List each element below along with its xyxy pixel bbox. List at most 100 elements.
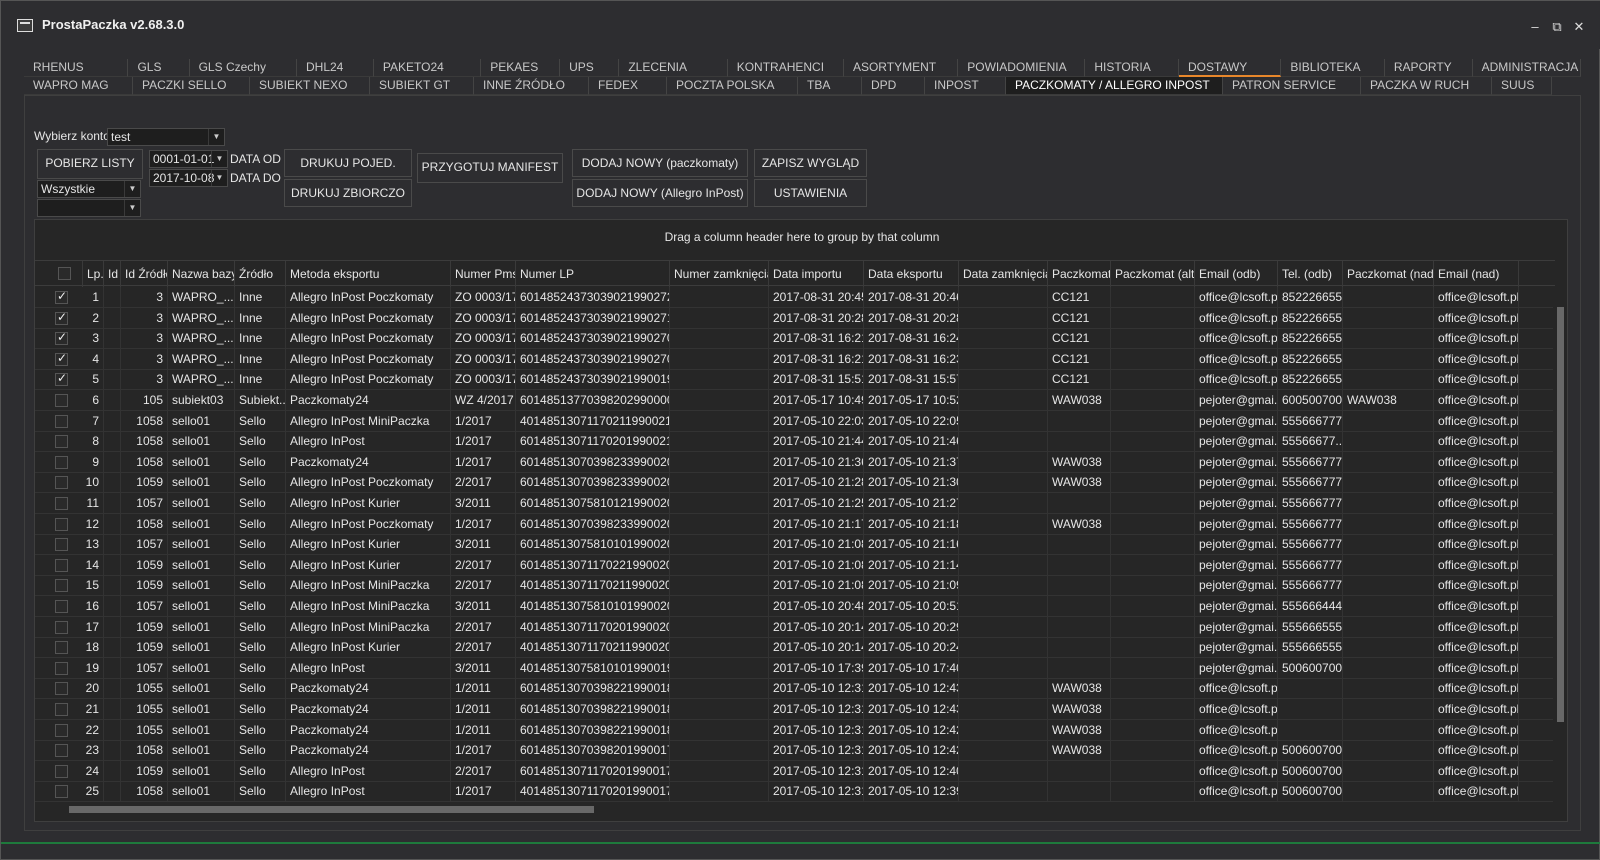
tab-dostawy[interactable]: DOSTAWY bbox=[1178, 59, 1282, 77]
column-header[interactable]: Data eksportu bbox=[864, 261, 959, 287]
column-header[interactable]: Data zamknięcia bbox=[959, 261, 1048, 287]
tab-inpost[interactable]: INPOST bbox=[925, 77, 1006, 95]
table-row[interactable]: 13 1057 sello01 Sello Allegro InPost Kurier 3… bbox=[35, 534, 1555, 556]
tab-paczkomaty-allegro-inpost[interactable]: PACZKOMATY / ALLEGRO INPOST bbox=[1006, 77, 1223, 95]
date-from-picker[interactable]: 0001-01-01 ▼ bbox=[149, 150, 228, 168]
select-all-header[interactable] bbox=[50, 261, 83, 287]
tab-subiekt-gt[interactable]: SUBIEKT GT bbox=[370, 77, 474, 95]
table-row[interactable]: 17 1059 sello01 Sello Allegro InPost MiniPac… bbox=[35, 616, 1555, 638]
tab-fedex[interactable]: FEDEX bbox=[589, 77, 667, 95]
table-row[interactable]: 33WAPRO_...InneAllegro InPost Poczkomaty… bbox=[35, 328, 1555, 350]
row-checkbox[interactable] bbox=[55, 435, 68, 449]
column-header[interactable]: Data importu bbox=[769, 261, 864, 287]
table-row[interactable]: 20 1055 sello01 Sello Paczkomaty24 1/2011 6014… bbox=[35, 678, 1555, 700]
table-row[interactable]: 24 1059 sello01 Sello Allegro InPost 2/2017 60… bbox=[35, 760, 1555, 782]
table-row[interactable]: 8 1058 sello01 Sello Allegro InPost 1/2017 601… bbox=[35, 431, 1555, 453]
table-row[interactable]: 23 1058 sello01 Sello Paczkomaty24 1/2017 6014… bbox=[35, 740, 1555, 762]
tab-paketo24[interactable]: PAKETO24 bbox=[373, 59, 482, 77]
row-checkbox[interactable] bbox=[55, 785, 68, 799]
tab-inne-źródło[interactable]: INNE ŹRÓDŁO bbox=[474, 77, 589, 95]
group-by-panel[interactable]: Drag a column header here to group by th… bbox=[35, 220, 1567, 254]
row-checkbox[interactable] bbox=[55, 538, 68, 552]
prepare-manifest-button[interactable]: PRZYGOTUJ MANIFEST bbox=[417, 153, 563, 183]
table-row[interactable]: 15 1059 sello01 Sello Allegro InPost MiniPac… bbox=[35, 575, 1555, 597]
tab-subiekt-nexo[interactable]: SUBIEKT NEXO bbox=[250, 77, 370, 95]
row-checkbox[interactable] bbox=[55, 394, 68, 407]
column-header[interactable]: Nazwa bazy bbox=[168, 261, 235, 287]
restore-icon[interactable]: ⧉ bbox=[1549, 19, 1565, 35]
table-row[interactable]: 7 1058 sello01 Sello Allegro InPost MiniPacz… bbox=[35, 410, 1555, 432]
column-header[interactable]: Paczkomat (alt) bbox=[1111, 261, 1195, 287]
row-checkbox[interactable] bbox=[55, 497, 68, 510]
tab-zlecenia[interactable]: ZLECENIA bbox=[619, 59, 728, 77]
shipments-grid[interactable]: Drag a column header here to group by th… bbox=[34, 219, 1568, 822]
column-header[interactable]: Paczkomat bbox=[1048, 261, 1111, 287]
row-checkbox[interactable] bbox=[55, 517, 68, 531]
tab-paczka-w-ruch[interactable]: PACZKA W RUCH bbox=[1361, 77, 1492, 95]
table-row[interactable]: 14 1059 sello01 Sello Allegro InPost Kurier 2… bbox=[35, 554, 1555, 576]
column-header[interactable]: Metoda eksportu bbox=[286, 261, 451, 287]
tab-ups[interactable]: UPS bbox=[560, 59, 620, 77]
row-checkbox[interactable] bbox=[55, 455, 68, 469]
table-row[interactable]: 10 1059 sello01 Sello Allegro InPost Poczkom… bbox=[35, 472, 1555, 494]
row-checkbox[interactable] bbox=[55, 641, 68, 655]
horizontal-scroll-thumb[interactable] bbox=[69, 806, 594, 813]
tab-rhenus[interactable]: RHENUS bbox=[24, 59, 129, 77]
tab-gls-czechy[interactable]: GLS Czechy bbox=[189, 59, 297, 77]
filter-select[interactable]: Wszystkie ▼ bbox=[37, 180, 141, 198]
row-checkbox[interactable] bbox=[55, 310, 68, 325]
fetch-lists-button[interactable]: POBIERZ LISTY bbox=[37, 149, 143, 179]
tab-powiadomienia[interactable]: POWIADOMIENIA bbox=[958, 59, 1086, 77]
row-checkbox[interactable] bbox=[55, 414, 68, 428]
row-checkbox[interactable] bbox=[55, 620, 68, 634]
row-checkbox[interactable] bbox=[55, 600, 68, 613]
tab-kontrahenci[interactable]: KONTRAHENCI bbox=[727, 59, 844, 77]
table-row[interactable]: 18 1059 sello01 Sello Allegro InPost Kurier 2… bbox=[35, 637, 1555, 659]
tab-poczta-polska[interactable]: POCZTA POLSKA bbox=[667, 77, 798, 95]
row-checkbox[interactable] bbox=[55, 723, 68, 737]
filter2-select[interactable]: ▼ bbox=[37, 199, 141, 217]
close-icon[interactable]: ✕ bbox=[1571, 19, 1587, 35]
tab-patron-service[interactable]: PATRON SERVICE bbox=[1223, 77, 1361, 95]
column-header[interactable]: Numer zamknięcia bbox=[670, 261, 769, 287]
column-header[interactable]: Email (nad) bbox=[1434, 261, 1519, 287]
tab-suus[interactable]: SUUS bbox=[1492, 77, 1552, 95]
column-header[interactable]: Lp. bbox=[83, 261, 104, 287]
row-checkbox[interactable] bbox=[55, 330, 68, 346]
tab-gls[interactable]: GLS bbox=[128, 59, 190, 77]
add-allegro-button[interactable]: DODAJ NOWY (Allegro InPost) bbox=[572, 179, 748, 207]
vertical-scrollbar[interactable] bbox=[1553, 287, 1567, 802]
table-row[interactable]: 43WAPRO_...InneAllegro InPost Poczkomaty… bbox=[35, 348, 1555, 370]
column-header[interactable]: Paczkomat (nad) bbox=[1343, 261, 1434, 287]
table-row[interactable]: 25 1058 sello01 Sello Allegro InPost 1/2017 40… bbox=[35, 781, 1555, 802]
table-row[interactable]: 19 1057 sello01 Sello Allegro InPost 3/2011 40… bbox=[35, 657, 1555, 679]
add-paczkomaty-button[interactable]: DODAJ NOWY (paczkomaty) bbox=[572, 149, 748, 177]
tab-asortyment[interactable]: ASORTYMENT bbox=[843, 59, 959, 77]
tab-wapro-mag[interactable]: WAPRO MAG bbox=[24, 77, 133, 95]
row-checkbox[interactable] bbox=[55, 703, 68, 716]
tab-pekaes[interactable]: PEKAES bbox=[481, 59, 561, 77]
row-checkbox[interactable] bbox=[55, 661, 68, 675]
table-row[interactable]: 23WAPRO_...InneAllegro InPost Poczkomaty… bbox=[35, 307, 1555, 329]
row-checkbox[interactable] bbox=[55, 371, 68, 387]
table-row[interactable]: 13WAPRO_...InneAllegro InPost Poczkomaty… bbox=[35, 287, 1555, 308]
column-header[interactable]: Źródło bbox=[235, 261, 286, 287]
column-header[interactable]: Tel. (odb) bbox=[1278, 261, 1343, 287]
row-checkbox[interactable] bbox=[55, 579, 68, 593]
tab-historia[interactable]: HISTORIA bbox=[1085, 59, 1179, 77]
row-checkbox[interactable] bbox=[55, 476, 68, 490]
tab-raporty[interactable]: RAPORTY bbox=[1384, 59, 1473, 77]
select-all-checkbox[interactable] bbox=[58, 267, 71, 280]
minimize-icon[interactable]: – bbox=[1527, 19, 1543, 35]
save-view-button[interactable]: ZAPISZ WYGLĄD bbox=[754, 149, 867, 177]
row-checkbox[interactable] bbox=[55, 558, 68, 572]
column-header[interactable]: Id Źródło bbox=[121, 261, 168, 287]
print-single-button[interactable]: DRUKUJ POJED. bbox=[284, 149, 412, 177]
table-row[interactable]: 21 1055 sello01 Sello Paczkomaty24 1/2011 6014… bbox=[35, 699, 1555, 720]
table-row[interactable]: 12 1058 sello01 Sello Allegro InPost Poczkom… bbox=[35, 513, 1555, 535]
tab-dpd[interactable]: DPD bbox=[862, 77, 925, 95]
tab-administracja[interactable]: ADMINISTRACJA bbox=[1472, 59, 1581, 77]
column-header[interactable]: Id bbox=[104, 261, 121, 287]
tab-tba[interactable]: TBA bbox=[798, 77, 862, 95]
tab-biblioteka[interactable]: BIBLIOTEKA bbox=[1281, 59, 1385, 77]
